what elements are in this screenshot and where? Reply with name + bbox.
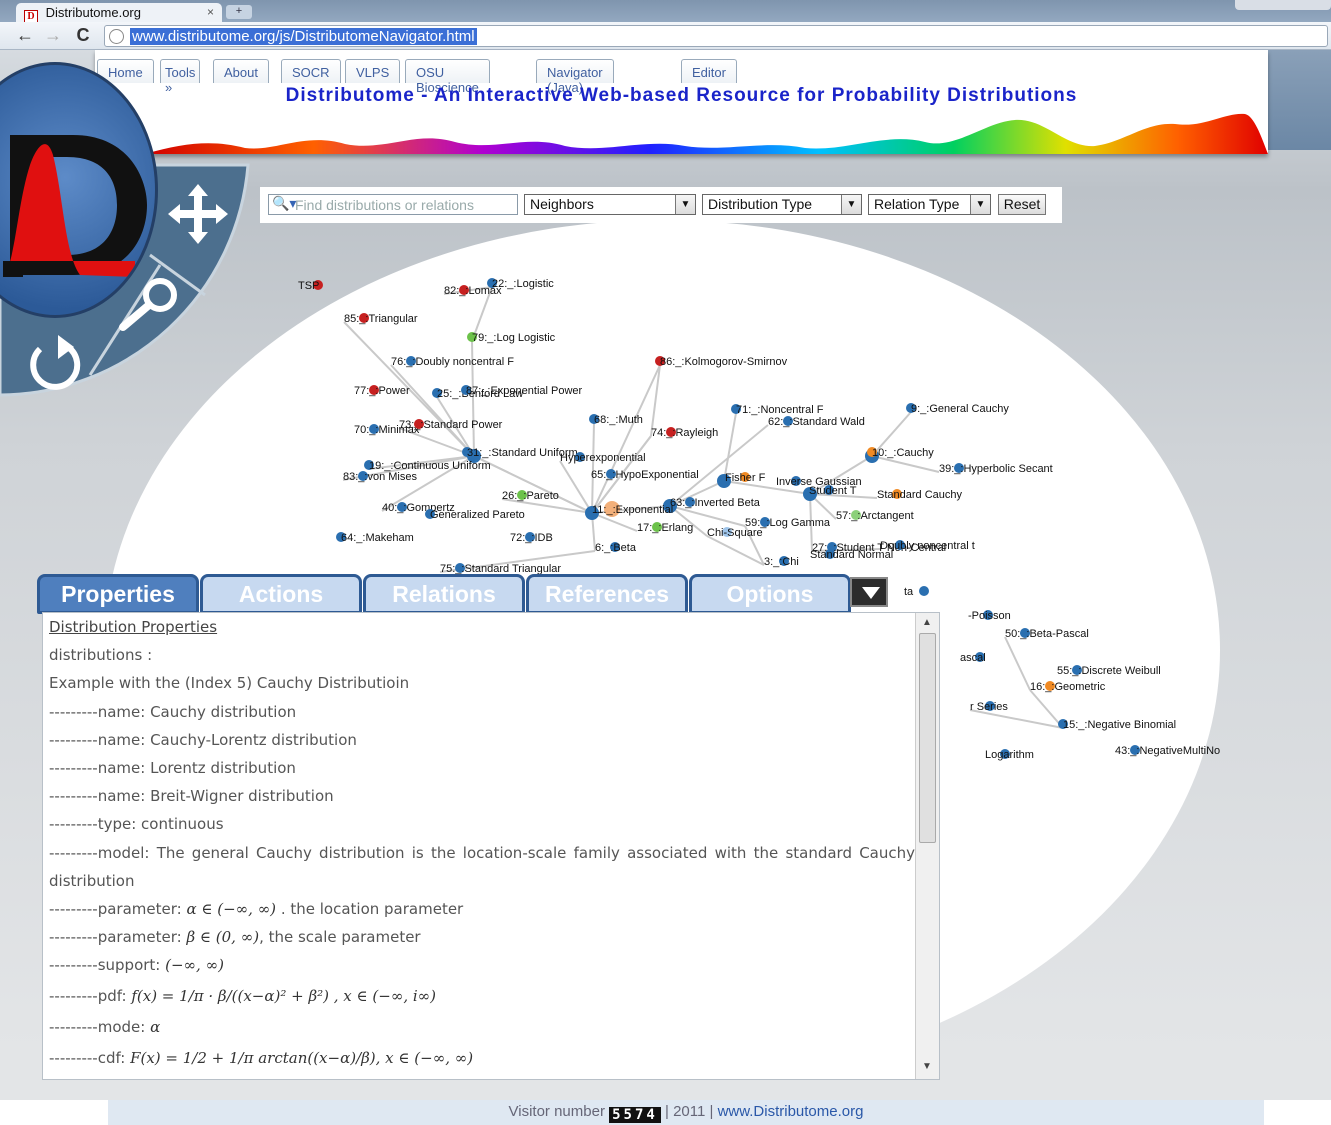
- footer-year: | 2011 |: [665, 1103, 714, 1120]
- scroll-up-icon[interactable]: ▲: [922, 617, 932, 628]
- parameter-line: ---------parameter: α ∈ (−∞, ∞) . the lo…: [49, 895, 915, 923]
- page-icon: [109, 29, 124, 44]
- site-title: Distributome - An Interactive Web-based …: [285, 85, 1078, 106]
- zoom-icon[interactable]: [115, 275, 185, 335]
- cdf-label: ---------cdf:: [49, 1049, 131, 1068]
- tab-options[interactable]: Options: [689, 574, 851, 614]
- chevron-down-icon: ▼: [675, 195, 695, 214]
- address-bar[interactable]: www.distributome.org/js/DistributomeNavi…: [104, 25, 1328, 47]
- parameter-desc: . the location parameter: [280, 899, 464, 918]
- tab-references[interactable]: References: [526, 574, 688, 614]
- site-tab-vlps[interactable]: VLPS: [345, 59, 401, 83]
- visitor-label: Visitor number: [508, 1103, 605, 1120]
- name-line: ---------name: Cauchy distribution: [49, 702, 297, 721]
- footer-link[interactable]: www.Distributome.org: [718, 1103, 864, 1120]
- parameter-math: α ∈ (−∞, ∞): [186, 899, 277, 918]
- back-arrow-icon[interactable]: ←: [14, 25, 36, 46]
- properties-heading[interactable]: Distribution Properties: [49, 613, 915, 641]
- tab-close-icon[interactable]: ×: [207, 5, 214, 19]
- parameter-line: ---------parameter: β ∈ (0, ∞), the scal…: [49, 923, 915, 951]
- site-tab-about[interactable]: About: [213, 59, 269, 83]
- tab-relations[interactable]: Relations: [363, 574, 525, 614]
- reset-button[interactable]: Reset: [998, 194, 1046, 215]
- distribution-type-select[interactable]: Distribution Type ▼: [702, 194, 862, 215]
- cdf-math: F(x) = 1/2 + 1/π arctan((x−α)/β), x ∈ (−…: [130, 1049, 474, 1068]
- example-line: Example with the (Index 5) Cauchy Distri…: [49, 674, 410, 693]
- distributions-line: distributions :: [49, 646, 153, 665]
- collapse-panel-icon[interactable]: [850, 577, 888, 607]
- name-line: ---------name: Lorentz distribution: [49, 758, 296, 777]
- parameter-label: ---------parameter:: [49, 899, 187, 918]
- search-input[interactable]: Find distributions or relations: [268, 194, 518, 215]
- neighbors-select[interactable]: Neighbors ▼: [524, 194, 696, 215]
- footer: Visitor number 5574 | 2011 | www.Distrib…: [108, 1100, 1264, 1125]
- browser-toolbar: ← → C www.distributome.org/js/Distributo…: [0, 22, 1331, 50]
- pdf-label: ---------pdf:: [49, 987, 132, 1006]
- chevron-down-icon: ▼: [970, 195, 990, 214]
- forward-arrow-icon[interactable]: →: [42, 25, 64, 46]
- properties-scrollbar[interactable]: ▲ ▼: [915, 613, 939, 1079]
- move-icon[interactable]: [164, 180, 232, 248]
- rainbow-banner: [145, 113, 1268, 154]
- site-tab-osu-bioscience[interactable]: OSU Bioscience: [405, 59, 490, 95]
- distribution-type-value: Distribution Type: [708, 196, 813, 212]
- rotate-icon[interactable]: [22, 325, 92, 390]
- pdf-math: f(x) = 1/π · β/((x−α)² + β²) , x ∈ (−∞, …: [131, 987, 437, 1006]
- support-label: ---------support:: [49, 955, 166, 974]
- parameter-desc: , the scale parameter: [259, 927, 421, 946]
- site-tab-editor[interactable]: Editor: [681, 59, 737, 83]
- site-tab-tools[interactable]: Tools »: [160, 59, 201, 95]
- window-controls[interactable]: [1235, 0, 1331, 10]
- browser-tab-title: Distributome.org: [45, 5, 141, 20]
- parameter-math: β ∈ (0, ∞): [186, 927, 260, 946]
- browser-tab[interactable]: D Distributome.org ×: [16, 3, 222, 23]
- site-tab-navigator-java[interactable]: Navigator (Java): [536, 59, 614, 95]
- tab-properties[interactable]: Properties: [37, 574, 199, 614]
- site-tab-socr[interactable]: SOCR: [281, 59, 341, 83]
- scroll-thumb[interactable]: [919, 633, 936, 843]
- mode-label: ---------mode:: [49, 1018, 151, 1037]
- cdf-line: ---------cdf: F(x) = 1/2 + 1/π arctan((x…: [49, 1041, 915, 1075]
- chevron-down-icon: ▼: [841, 195, 861, 214]
- browser-tab-bar: D Distributome.org × +: [0, 0, 1331, 23]
- model-line: ---------model: The general Cauchy distr…: [49, 843, 915, 890]
- support-math: (−∞, ∞): [165, 955, 224, 974]
- panel-tabs: Properties Actions Relations References …: [37, 574, 903, 614]
- reload-icon[interactable]: C: [72, 25, 94, 46]
- new-tab-button[interactable]: +: [226, 5, 252, 19]
- search-icon: 🔍▾: [272, 195, 297, 211]
- type-line: ---------type: continuous: [49, 815, 224, 834]
- name-line: ---------name: Cauchy-Lorentz distributi…: [49, 730, 357, 749]
- scroll-down-icon[interactable]: ▼: [922, 1061, 932, 1072]
- relation-type-select[interactable]: Relation Type ▼: [868, 194, 991, 215]
- support-line: ---------support: (−∞, ∞): [49, 951, 915, 979]
- parameter-label: ---------parameter:: [49, 927, 187, 946]
- properties-panel: Distribution Properties distributions : …: [42, 612, 940, 1080]
- visitor-counter: 5574: [609, 1107, 661, 1123]
- site-header: Home Tools » About SOCR VLPS OSU Bioscie…: [95, 50, 1268, 154]
- url-text[interactable]: www.distributome.org/js/DistributomeNavi…: [130, 28, 477, 45]
- mode-math: α: [150, 1018, 161, 1037]
- properties-content: Distribution Properties distributions : …: [49, 613, 915, 1075]
- neighbors-value: Neighbors: [530, 196, 594, 212]
- relation-type-value: Relation Type: [874, 196, 960, 212]
- tab-actions[interactable]: Actions: [200, 574, 362, 614]
- graph-controls: Find distributions or relations 🔍▾ Neigh…: [260, 187, 1062, 223]
- right-decor-strip: [1268, 50, 1331, 150]
- name-line: ---------name: Breit-Wigner distribution: [49, 787, 334, 806]
- pdf-line: ---------pdf: f(x) = 1/π · β/((x−α)² + β…: [49, 979, 915, 1013]
- mode-line: ---------mode: α: [49, 1013, 915, 1041]
